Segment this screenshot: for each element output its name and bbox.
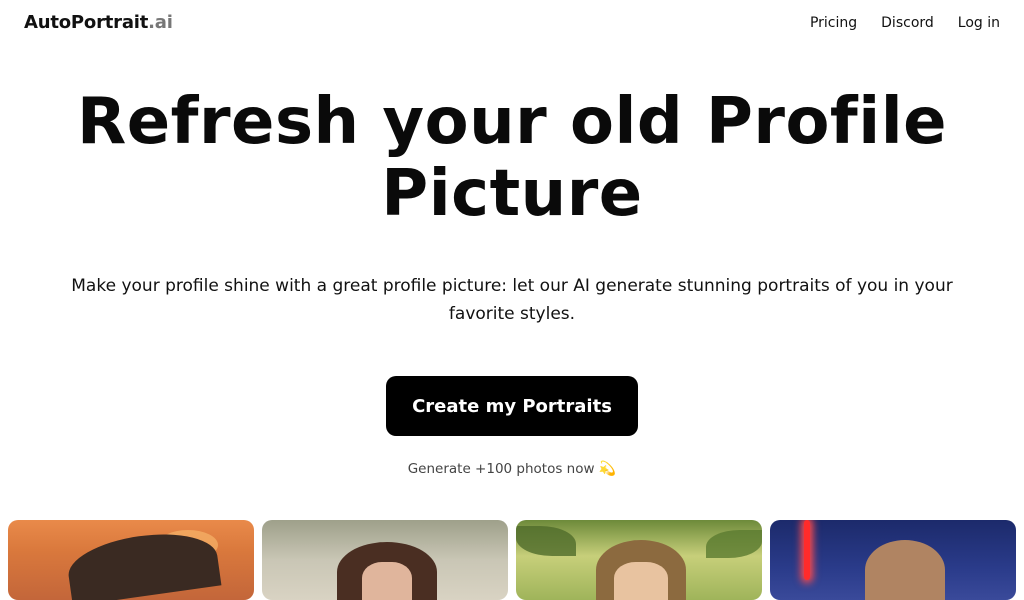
sparkle-icon: 💫 xyxy=(598,461,617,477)
nav-link-login[interactable]: Log in xyxy=(958,15,1000,31)
leaf-left xyxy=(516,526,576,556)
gallery-image-lightsaber[interactable] xyxy=(770,520,1016,600)
nav-links: Pricing Discord Log in xyxy=(810,15,1000,31)
top-nav: AutoPortrait.ai Pricing Discord Log in xyxy=(0,0,1024,48)
hero-subtitle: Make your profile shine with a great pro… xyxy=(71,276,953,324)
gallery-image-jungle[interactable] xyxy=(516,520,762,600)
portrait-gallery xyxy=(8,520,1016,600)
portrait-face xyxy=(362,562,412,600)
gallery-image-woman[interactable] xyxy=(262,520,508,600)
leaf-right xyxy=(706,530,762,558)
nav-link-pricing[interactable]: Pricing xyxy=(810,15,857,31)
cta-note-text: Generate +100 photos now xyxy=(407,461,595,477)
logo-main: AutoPortrait xyxy=(24,12,149,33)
cta-note: Generate +100 photos now 💫 xyxy=(0,461,1024,477)
logo[interactable]: AutoPortrait.ai xyxy=(24,12,173,33)
portrait-hair xyxy=(865,540,945,600)
create-portraits-button[interactable]: Create my Portraits xyxy=(386,376,638,436)
logo-tld: .ai xyxy=(148,12,173,33)
lightsaber xyxy=(804,520,810,580)
portrait-face xyxy=(614,562,668,600)
gallery-image-anime-sunset[interactable] xyxy=(8,520,254,600)
nav-link-discord[interactable]: Discord xyxy=(881,15,934,31)
hero-title: Refresh your old Profile Picture xyxy=(76,85,948,231)
